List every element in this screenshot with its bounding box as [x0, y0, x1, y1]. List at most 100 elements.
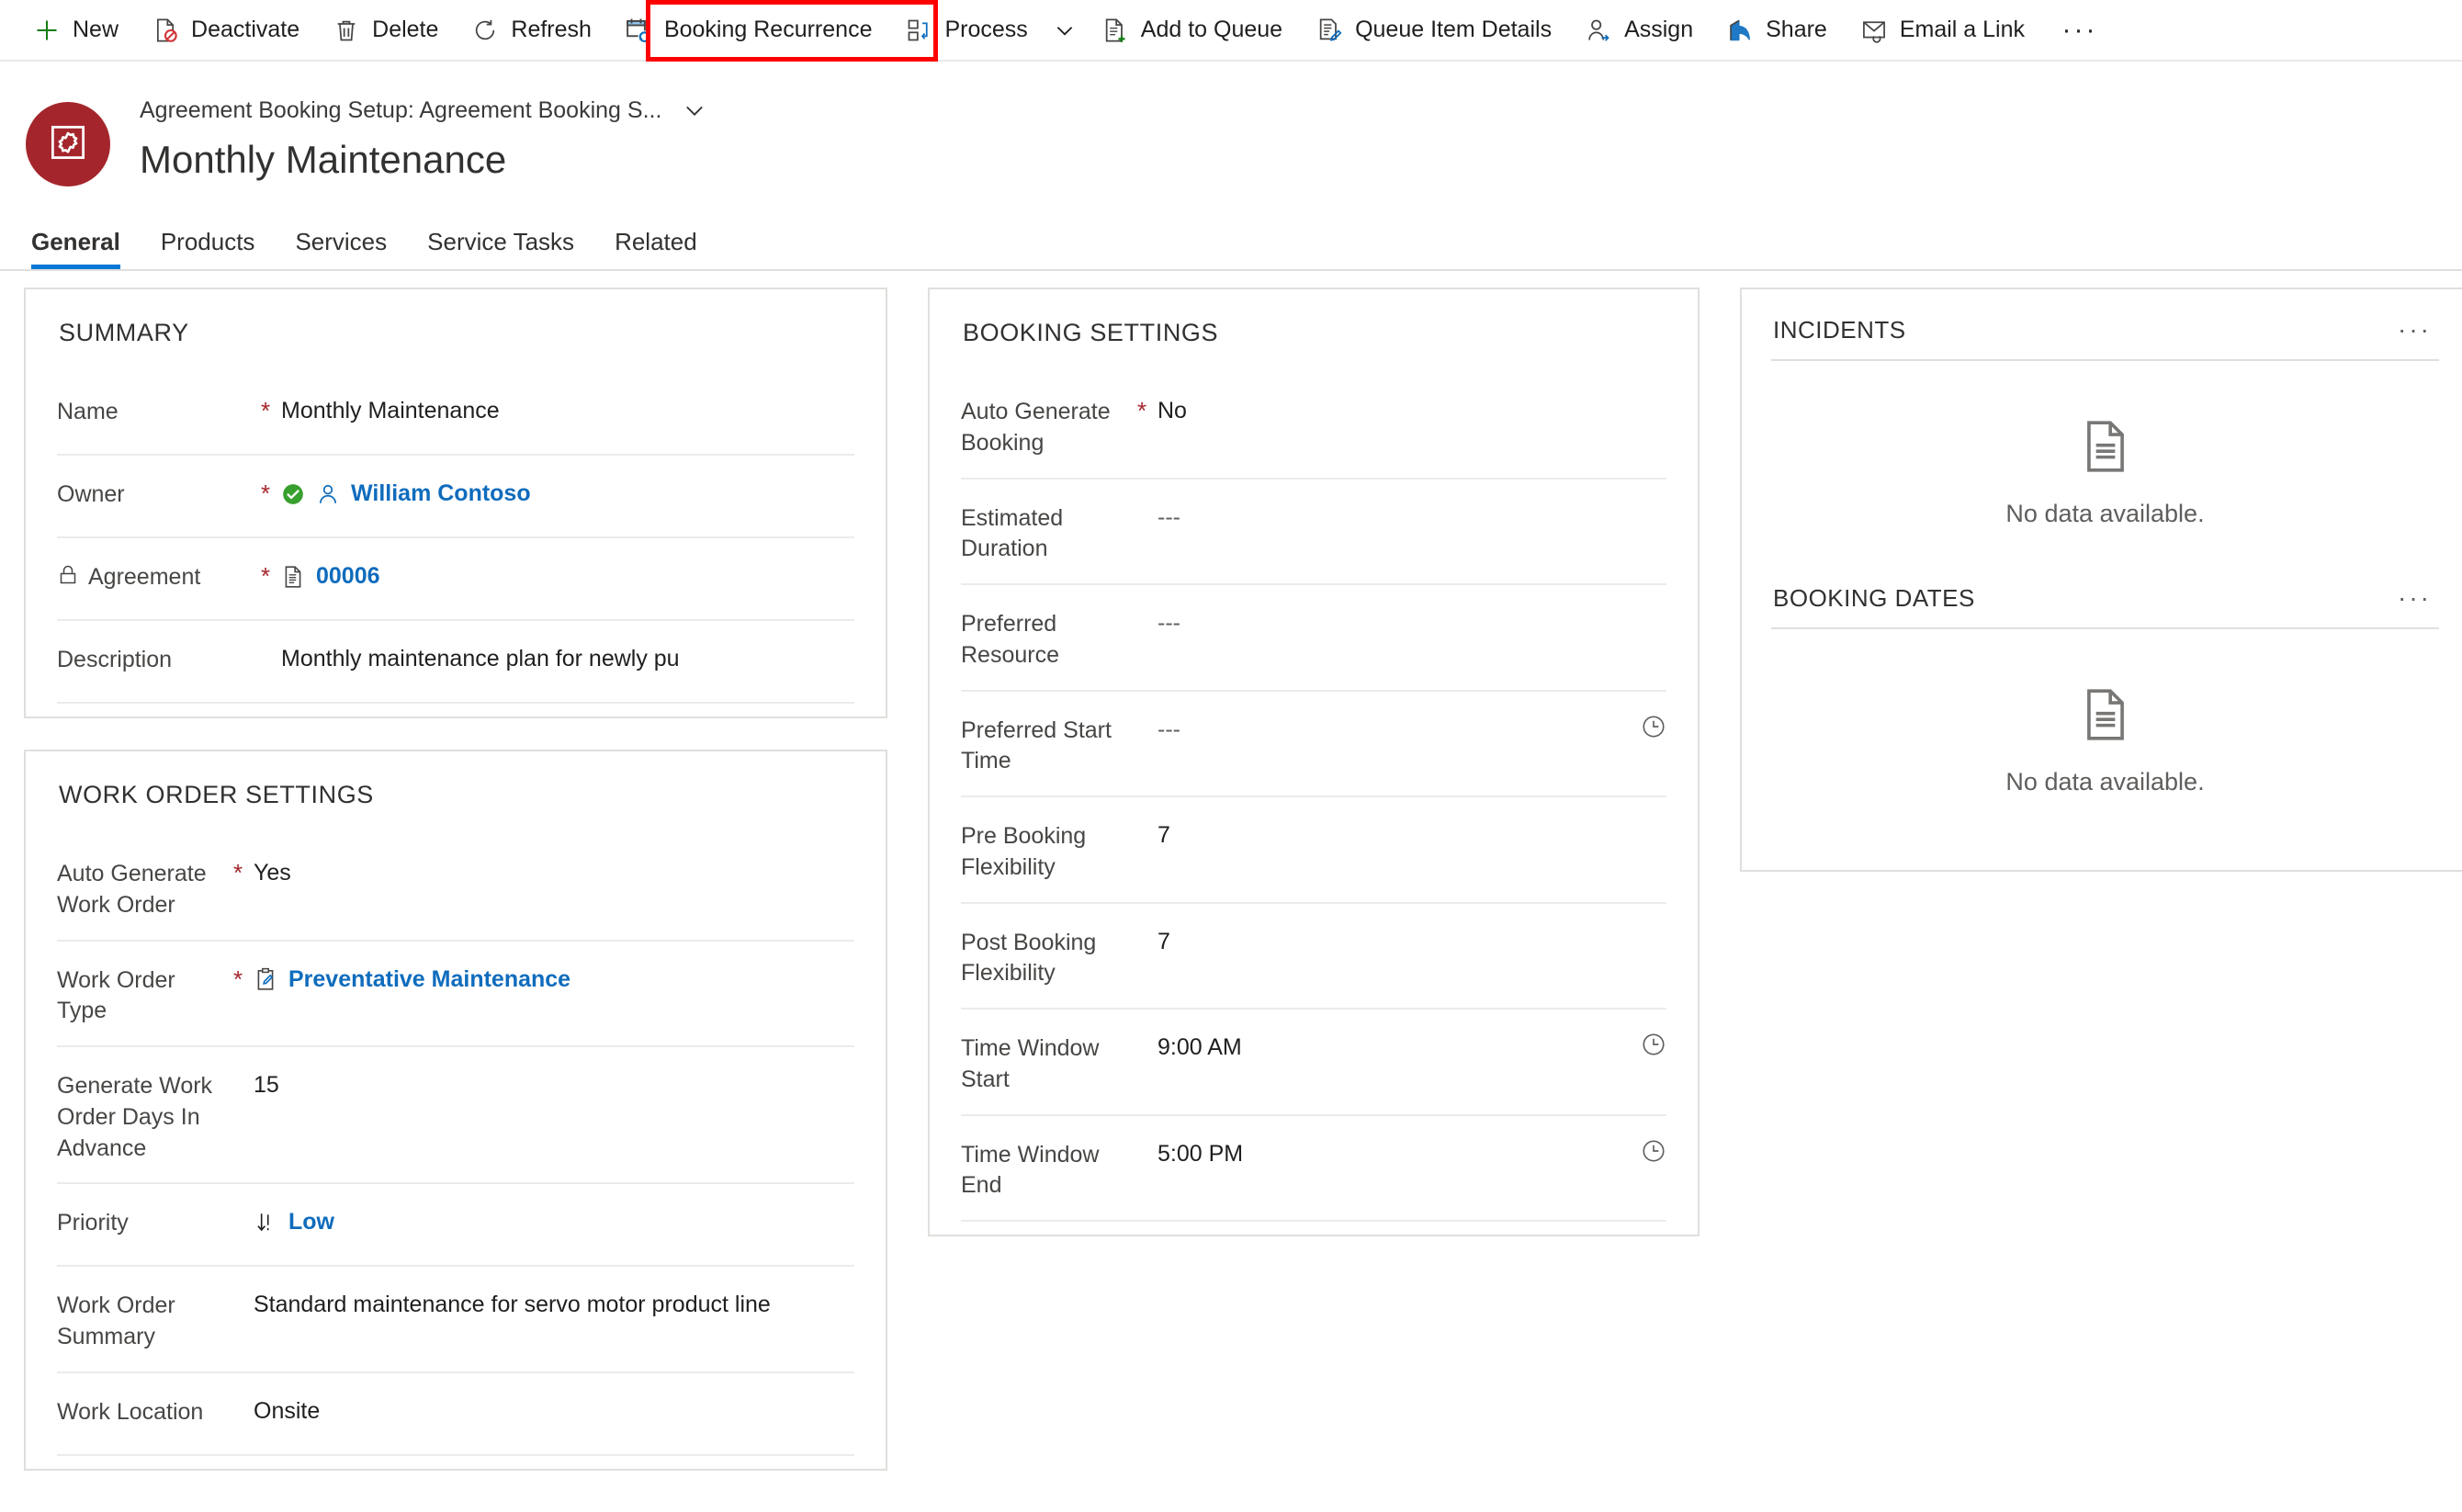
command-bar-overflow-button[interactable]: ··· [2054, 5, 2106, 56]
booking-settings-card: BOOKING SETTINGS Auto Generate Booking *… [928, 288, 1700, 1236]
email-a-link-button[interactable]: Email a Link [1844, 5, 2041, 56]
booking-recurrence-button[interactable]: Booking Recurrence [608, 5, 889, 56]
field-priority-label: Priority [57, 1210, 129, 1236]
field-work-order-type-link[interactable]: Preventative Maintenance [288, 964, 570, 996]
booking-dates-empty-text: No data available. [2005, 768, 2205, 795]
field-post-booking-flexibility: Post Booking Flexibility 7 [961, 904, 1666, 1010]
field-auto-generate-booking-label: Auto Generate Booking [961, 399, 1111, 456]
field-auto-generate-booking-value[interactable]: No [1158, 391, 1589, 427]
field-agreement: Agreement * 00006 [57, 538, 854, 621]
field-work-order-summary-text: Standard maintenance for servo motor pro… [254, 1292, 771, 1318]
field-estimated-duration: Estimated Duration --- [961, 480, 1666, 585]
queue-item-details-icon [1316, 17, 1343, 44]
field-name-label: Name [57, 399, 119, 424]
delete-button-label: Delete [372, 17, 439, 42]
tab-products[interactable]: Products [141, 228, 276, 269]
incidents-empty-state: No data available. [1769, 361, 2441, 569]
tab-related[interactable]: Related [594, 228, 717, 269]
field-work-order-type-required: * [232, 965, 243, 993]
field-work-location-required [222, 1392, 254, 1399]
field-work-location-label: Work Location [57, 1398, 204, 1425]
assign-button[interactable]: Assign [1568, 5, 1710, 56]
field-generate-work-order-days-in-advance: Generate Work Order Days In Advance 15 [57, 1047, 854, 1185]
add-to-queue-button-label: Add to Queue [1140, 17, 1283, 42]
field-preferred-start-time-value[interactable]: --- [1158, 710, 1589, 746]
field-work-location-value[interactable]: Onsite [254, 1392, 786, 1427]
app-root: New Deactivate Delete Refresh Booking Re… [0, 0, 2462, 1512]
person-icon [316, 482, 340, 506]
field-description-value[interactable]: Monthly maintenance plan for newly pu [281, 639, 796, 675]
form-body: SUMMARY Name * Monthly Maintenance Owner… [0, 271, 2462, 1502]
field-name-value[interactable]: Monthly Maintenance [281, 391, 796, 427]
field-generate-work-order-days-in-advance-label: Generate Work Order Days In Advance [57, 1073, 213, 1161]
incidents-more-commands-button[interactable]: ··· [2392, 315, 2437, 344]
field-time-window-start-value[interactable]: 9:00 AM [1158, 1028, 1589, 1064]
field-pre-booking-flexibility-value[interactable]: 7 [1158, 816, 1589, 852]
field-owner-value[interactable]: William Contoso [281, 474, 796, 510]
field-agreement-link[interactable]: 00006 [316, 560, 380, 592]
breadcrumb: Agreement Booking Setup: Agreement Booki… [140, 96, 707, 124]
booking-dates-more-commands-button[interactable]: ··· [2392, 583, 2437, 613]
clock-icon[interactable] [1641, 710, 1666, 739]
field-post-booking-flexibility-value[interactable]: 7 [1158, 922, 1589, 958]
field-estimated-duration-value[interactable]: --- [1158, 498, 1589, 534]
field-auto-generate-work-order-value[interactable]: Yes [254, 853, 786, 889]
field-pre-booking-flexibility: Pre Booking Flexibility 7 [961, 797, 1666, 904]
incidents-title: INCIDENTS [1773, 315, 1906, 344]
priority-low-icon [254, 1211, 277, 1235]
email-link-icon [1860, 17, 1888, 44]
field-preferred-start-time-text: --- [1158, 716, 1180, 742]
field-priority-value[interactable]: Low [254, 1202, 786, 1238]
field-priority-link[interactable]: Low [288, 1206, 334, 1238]
field-preferred-resource: Preferred Resource --- [961, 585, 1666, 692]
field-preferred-resource-label: Preferred Resource [961, 611, 1059, 668]
field-agreement-required: * [260, 562, 271, 590]
field-work-order-summary-label: Work Order Summary [57, 1292, 175, 1349]
field-time-window-start-text: 9:00 AM [1158, 1034, 1242, 1060]
booking-recurrence-icon [625, 17, 652, 44]
field-work-order-summary-value[interactable]: Standard maintenance for servo motor pro… [254, 1285, 786, 1321]
field-agreement-value[interactable]: 00006 [281, 557, 796, 592]
field-pre-booking-flexibility-label: Pre Booking Flexibility [961, 823, 1087, 880]
right-column: INCIDENTS ··· No data available. BOOKING… [1740, 288, 2462, 903]
queue-item-details-button[interactable]: Queue Item Details [1299, 5, 1568, 56]
field-auto-generate-work-order-required: * [232, 859, 243, 886]
tab-service-tasks[interactable]: Service Tasks [407, 228, 594, 269]
field-time-window-end-value[interactable]: 5:00 PM [1158, 1134, 1589, 1170]
delete-button[interactable]: Delete [316, 5, 455, 56]
new-button[interactable]: New [17, 5, 135, 56]
tab-general[interactable]: General [29, 228, 141, 269]
incidents-header: INCIDENTS ··· [1769, 310, 2441, 344]
deactivate-button-label: Deactivate [191, 17, 300, 42]
add-to-queue-button[interactable]: Add to Queue [1085, 5, 1299, 56]
field-preferred-resource-text: --- [1158, 610, 1180, 636]
right-panel-card: INCIDENTS ··· No data available. BOOKING… [1740, 288, 2462, 872]
process-button[interactable]: Process [888, 5, 1044, 56]
process-chevron-down-icon[interactable] [1045, 5, 1085, 56]
tab-services[interactable]: Services [275, 228, 407, 269]
field-preferred-start-time-required [1126, 710, 1158, 717]
work-order-settings-card-title: WORK ORDER SETTINGS [59, 781, 374, 808]
field-generate-work-order-days-in-advance-required [222, 1066, 254, 1073]
field-preferred-resource-value[interactable]: --- [1158, 604, 1589, 639]
deactivate-button[interactable]: Deactivate [135, 5, 316, 56]
field-owner: Owner * William Contoso [57, 456, 854, 538]
lock-icon [57, 564, 79, 595]
field-time-window-end-text: 5:00 PM [1158, 1140, 1244, 1167]
field-name-text: Monthly Maintenance [281, 398, 500, 423]
left-column: SUMMARY Name * Monthly Maintenance Owner… [24, 288, 887, 1502]
field-name-required: * [260, 397, 271, 424]
field-generate-work-order-days-in-advance-value[interactable]: 15 [254, 1066, 786, 1101]
share-button[interactable]: Share [1710, 5, 1844, 56]
record-set-chevron-down-icon[interactable] [682, 97, 707, 123]
add-to-queue-icon [1101, 17, 1129, 44]
field-auto-generate-booking-required: * [1136, 397, 1147, 424]
clock-icon[interactable] [1641, 1134, 1666, 1164]
clock-icon[interactable] [1641, 1028, 1666, 1057]
refresh-button[interactable]: Refresh [455, 5, 608, 56]
field-owner-link[interactable]: William Contoso [351, 478, 531, 510]
field-agreement-label-text: Agreement [88, 564, 201, 590]
field-work-location: Work Location Onsite [57, 1373, 854, 1456]
field-work-order-type-value[interactable]: Preventative Maintenance [254, 960, 786, 996]
field-work-order-type: Work Order Type * Preventative Maintenan… [57, 942, 854, 1047]
